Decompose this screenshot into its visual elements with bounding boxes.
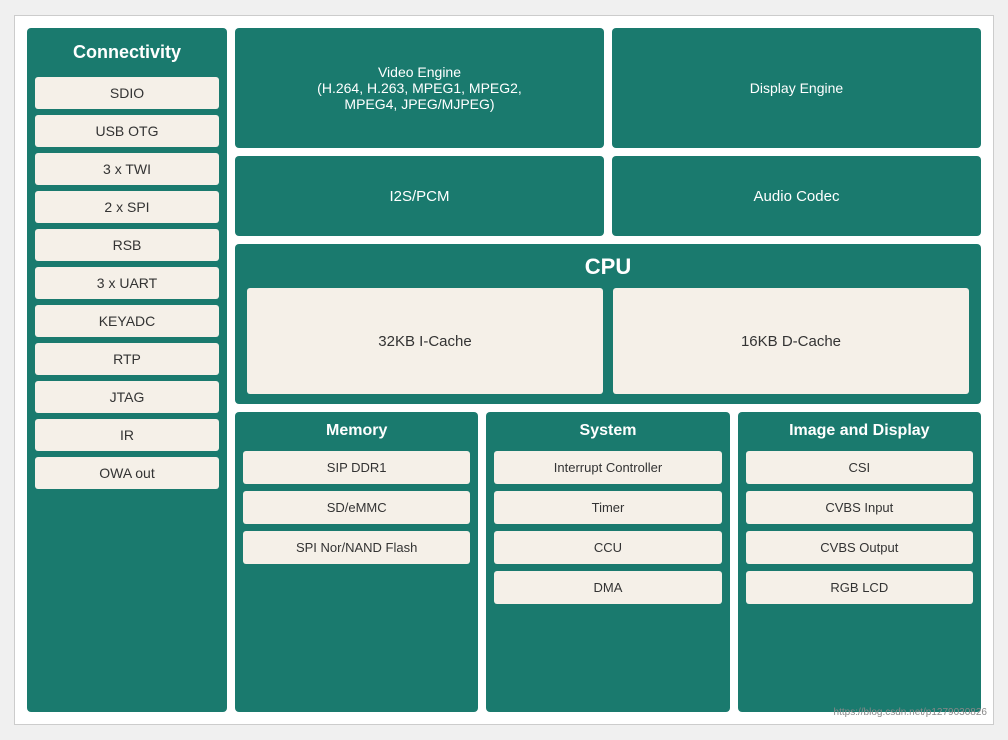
memory-item: SIP DDR1 bbox=[243, 451, 470, 484]
cpu-section: CPU 32KB I-Cache 16KB D-Cache bbox=[235, 244, 981, 404]
display-engine-label: Display Engine bbox=[750, 80, 843, 96]
bottom-row: Memory SIP DDR1 SD/eMMC SPI Nor/NAND Flash… bbox=[235, 412, 981, 712]
connectivity-title: Connectivity bbox=[35, 38, 219, 71]
image-display-item: CVBS Input bbox=[746, 491, 973, 524]
cpu-caches: 32KB I-Cache 16KB D-Cache bbox=[247, 288, 969, 394]
memory-section: Memory SIP DDR1 SD/eMMC SPI Nor/NAND Flash bbox=[235, 412, 478, 712]
connectivity-item: USB OTG bbox=[35, 115, 219, 147]
connectivity-item: 2 x SPI bbox=[35, 191, 219, 223]
system-item: DMA bbox=[494, 571, 721, 604]
watermark: https://blog.csdn.net/p1279030826 bbox=[834, 707, 987, 718]
image-display-section: Image and Display CSI CVBS Input CVBS Outp… bbox=[738, 412, 981, 712]
image-display-item: CVBS Output bbox=[746, 531, 973, 564]
top-row: Video Engine (H.264, H.263, MPEG1, MPEG2… bbox=[235, 28, 981, 148]
memory-item: SPI Nor/NAND Flash bbox=[243, 531, 470, 564]
connectivity-item: RSB bbox=[35, 229, 219, 261]
system-item: Timer bbox=[494, 491, 721, 524]
display-engine-box: Display Engine bbox=[612, 28, 981, 148]
audio-codec-box: Audio Codec bbox=[612, 156, 981, 236]
i2s-label: I2S/PCM bbox=[389, 188, 449, 205]
icache-label: 32KB I-Cache bbox=[378, 333, 471, 350]
i2s-box: I2S/PCM bbox=[235, 156, 604, 236]
connectivity-item: SDIO bbox=[35, 77, 219, 109]
connectivity-item: RTP bbox=[35, 343, 219, 375]
system-item: CCU bbox=[494, 531, 721, 564]
icache-box: 32KB I-Cache bbox=[247, 288, 603, 394]
connectivity-item: KEYADC bbox=[35, 305, 219, 337]
video-engine-box: Video Engine (H.264, H.263, MPEG1, MPEG2… bbox=[235, 28, 604, 148]
video-engine-label: Video Engine (H.264, H.263, MPEG1, MPEG2… bbox=[317, 64, 522, 112]
main-diagram: Connectivity SDIO USB OTG 3 x TWI 2 x SPI RS… bbox=[14, 15, 994, 725]
image-display-title: Image and Display bbox=[746, 422, 973, 444]
memory-title: Memory bbox=[243, 422, 470, 444]
connectivity-item: OWA out bbox=[35, 457, 219, 489]
connectivity-item: IR bbox=[35, 419, 219, 451]
audio-codec-label: Audio Codec bbox=[754, 188, 840, 205]
image-display-item: CSI bbox=[746, 451, 973, 484]
memory-item: SD/eMMC bbox=[243, 491, 470, 524]
second-row: I2S/PCM Audio Codec bbox=[235, 156, 981, 236]
image-display-item: RGB LCD bbox=[746, 571, 973, 604]
system-title: System bbox=[494, 422, 721, 444]
dcache-box: 16KB D-Cache bbox=[613, 288, 969, 394]
right-area: Video Engine (H.264, H.263, MPEG1, MPEG2… bbox=[235, 28, 981, 712]
system-section: System Interrupt Controller Timer CCU DMA bbox=[486, 412, 729, 712]
connectivity-item: JTAG bbox=[35, 381, 219, 413]
connectivity-section: Connectivity SDIO USB OTG 3 x TWI 2 x SPI RS… bbox=[27, 28, 227, 712]
dcache-label: 16KB D-Cache bbox=[741, 333, 841, 350]
system-item: Interrupt Controller bbox=[494, 451, 721, 484]
connectivity-item: 3 x TWI bbox=[35, 153, 219, 185]
connectivity-item: 3 x UART bbox=[35, 267, 219, 299]
cpu-title: CPU bbox=[247, 254, 969, 280]
